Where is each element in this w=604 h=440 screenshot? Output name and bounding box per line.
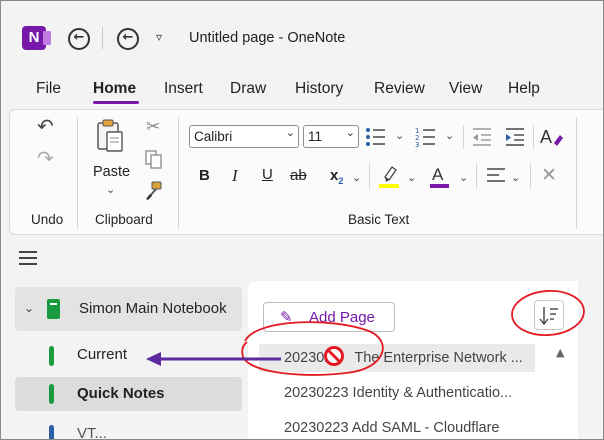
annotation-arrow-icon xyxy=(146,352,281,366)
page-highlight-circle xyxy=(241,321,384,376)
annotation-overlay xyxy=(146,290,585,376)
no-entry-icon xyxy=(324,346,344,366)
sort-highlight-circle xyxy=(511,290,585,336)
onenote-window: N ← ← ▿ Untitled page - OneNote File Hom… xyxy=(0,0,604,440)
